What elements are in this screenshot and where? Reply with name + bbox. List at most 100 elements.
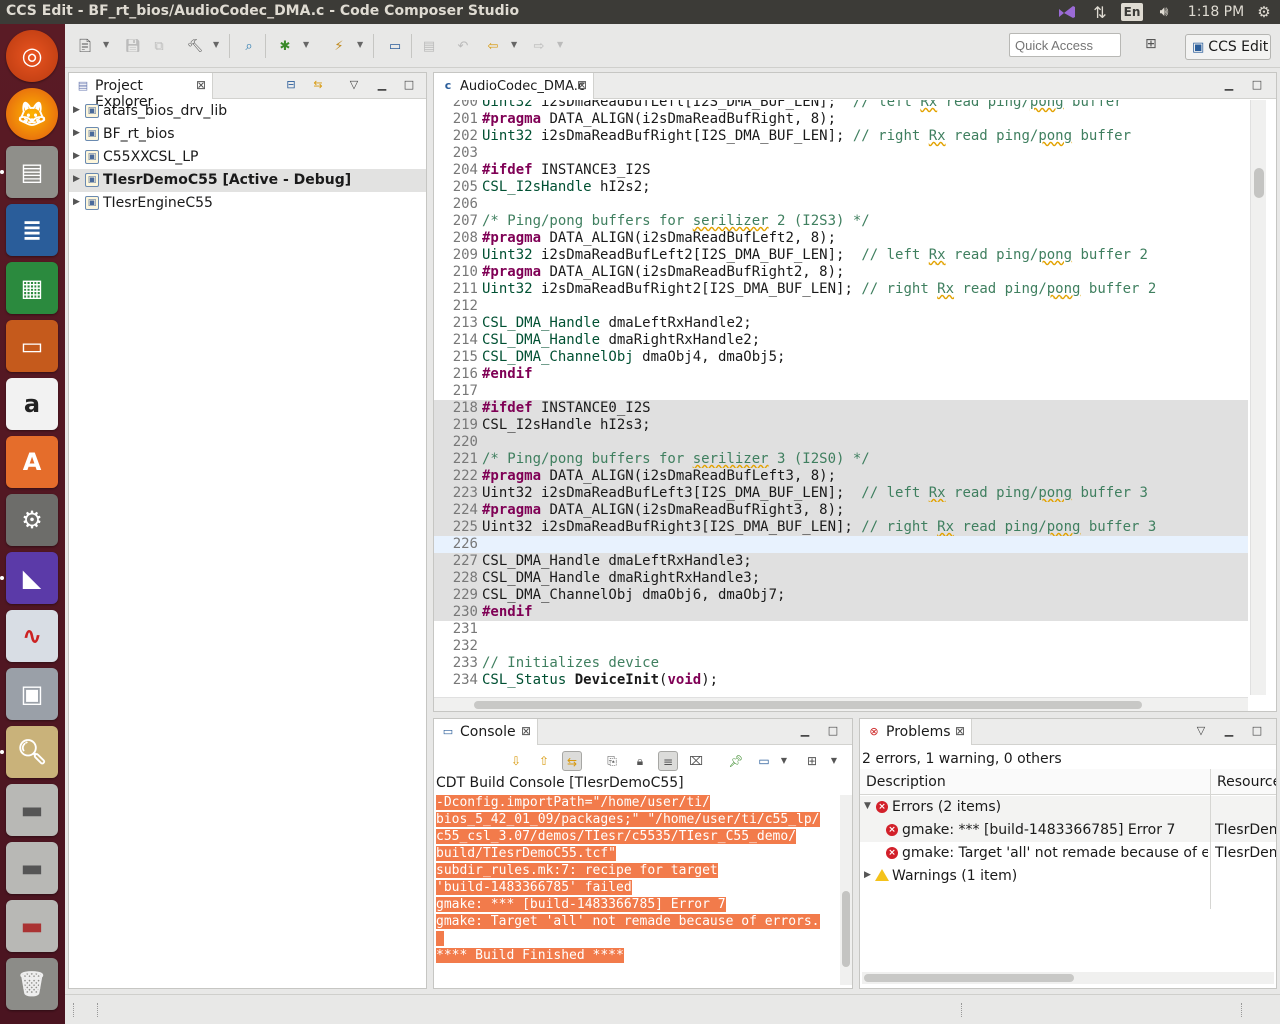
code-line[interactable]: 209 Uint32 i2sDmaReadBufLeft2[I2S_DMA_BUF… — [434, 247, 1248, 264]
pin-console-icon[interactable]: 📌︎ — [726, 751, 746, 771]
chevron-down-icon[interactable]: ▼ — [357, 40, 365, 52]
tab-project-explorer[interactable]: ▤ Project Explorer ⊠ — [69, 73, 213, 110]
collapse-all-icon[interactable]: ⊟ — [284, 78, 298, 92]
network-icon[interactable]: ⇅ — [1088, 0, 1112, 24]
tab-audiocodec-dma-c[interactable]: c AudioCodec_DMA.c ⊠ — [434, 73, 594, 99]
ccs-edit-perspective-button[interactable]: ▣ CCS Edit — [1185, 34, 1271, 60]
drive-icon[interactable]: ▬ — [6, 842, 58, 894]
code-line[interactable]: 220 — [434, 434, 1248, 451]
volume-icon[interactable]: 🔊︎ — [1152, 0, 1176, 24]
software-center-icon[interactable]: A — [6, 436, 58, 488]
quick-access-input[interactable] — [1009, 33, 1121, 57]
code-line[interactable]: 202 Uint32 i2sDmaReadBufRight[I2S_DMA_BUF… — [434, 128, 1248, 145]
flash-icon[interactable]: ⚡︎ — [329, 36, 349, 56]
scanner-icon[interactable]: 🔍︎ — [6, 726, 58, 778]
files-icon[interactable]: ▤ — [6, 146, 58, 198]
new-icon[interactable]: 📄︎ — [75, 36, 95, 56]
code-line[interactable]: 213 CSL_DMA_Handle dmaLeftRxHandle2; — [434, 315, 1248, 332]
clock[interactable]: 1:18 PM — [1184, 0, 1248, 24]
next-error-icon[interactable]: ⇩ — [506, 751, 526, 771]
maximize-icon[interactable]: □ — [1250, 724, 1264, 738]
console-output[interactable]: -Dconfig.importPath="/home/user/ti/bios_… — [436, 795, 840, 985]
code-line[interactable]: 201 #pragma DATA_ALIGN(i2sDmaReadBufRight… — [434, 111, 1248, 128]
code-line[interactable]: 211 Uint32 i2sDmaReadBufRight2[I2S_DMA_BU… — [434, 281, 1248, 298]
visual-studio-tray-icon[interactable] — [1055, 0, 1079, 24]
tab-problems[interactable]: ⊗ Problems ⊠ — [860, 719, 972, 745]
code-line[interactable]: 203 — [434, 145, 1248, 162]
column-divider[interactable] — [1210, 769, 1211, 909]
ubuntu-dash-icon[interactable]: ◎ — [6, 30, 58, 82]
close-icon[interactable]: ⊠ — [521, 724, 531, 738]
copy-build-log-icon[interactable]: ⎘ — [602, 751, 622, 771]
project-tree-item[interactable]: ▶ ▣ TIesrDemoC55 [Active - Debug] — [69, 169, 426, 192]
problem-row[interactable]: × gmake: *** [build-1483366785] Error 7 TI… — [860, 819, 1276, 842]
code-line[interactable]: 222 #pragma DATA_ALIGN(i2sDmaReadBufLeft3… — [434, 468, 1248, 485]
drive-icon[interactable]: ▬ — [6, 900, 58, 952]
code-line[interactable]: 231 — [434, 621, 1248, 638]
drive-icon[interactable]: ▬ — [6, 784, 58, 836]
code-line[interactable]: 224 #pragma DATA_ALIGN(i2sDmaReadBufRight… — [434, 502, 1248, 519]
close-icon[interactable]: ⊠ — [196, 78, 206, 92]
code-line[interactable]: 232 — [434, 638, 1248, 655]
code-line[interactable]: 208 #pragma DATA_ALIGN(i2sDmaReadBufLeft2… — [434, 230, 1248, 247]
chevron-down-icon[interactable]: ▼ — [557, 40, 565, 52]
expand-arrow-icon[interactable]: ▼ — [864, 801, 871, 811]
minimize-icon[interactable]: ▁ — [1222, 724, 1236, 738]
tab-console[interactable]: ▭ Console ⊠ — [434, 719, 538, 745]
maximize-icon[interactable]: □ — [1250, 78, 1264, 92]
code-line[interactable]: 233// Initializes device — [434, 655, 1248, 672]
expand-arrow-icon[interactable]: ▶ — [73, 197, 80, 207]
open-perspective-icon[interactable]: ⊞ — [1145, 36, 1165, 56]
expand-arrow-icon[interactable]: ▶ — [73, 128, 80, 138]
code-line[interactable]: 206 — [434, 196, 1248, 213]
minimize-icon[interactable]: ▁ — [375, 78, 389, 92]
code-line[interactable]: 225 Uint32 i2sDmaReadBufRight3[I2S_DMA_BU… — [434, 519, 1248, 536]
code-line[interactable]: 228 CSL_DMA_Handle dmaRightRxHandle3; — [434, 570, 1248, 587]
code-line[interactable]: 215 CSL_DMA_ChannelObj dmaObj4, dmaObj5; — [434, 349, 1248, 366]
impress-icon[interactable]: ▭ — [6, 320, 58, 372]
chevron-down-icon[interactable]: ▼ — [824, 751, 844, 771]
firefox-icon[interactable]: 🦊︎ — [6, 88, 58, 140]
trash-icon[interactable]: 🗑︎ — [6, 958, 58, 1010]
problem-row[interactable]: × gmake: Target 'all' not remade because … — [860, 842, 1276, 865]
last-edit-icon[interactable]: ↶ — [453, 36, 473, 56]
forward-arrow-icon[interactable]: ⇨ — [529, 36, 549, 56]
display-console-icon[interactable]: ▭ — [754, 751, 774, 771]
console-vertical-scrollbar[interactable] — [840, 795, 852, 985]
visual-studio-icon[interactable]: ◣ — [6, 552, 58, 604]
code-line[interactable]: 200 Uint32 i2sDmaReadBufLeft[I2S_DMA_BUF_… — [434, 100, 1248, 111]
code-editor[interactable]: 200 Uint32 i2sDmaReadBufLeft[I2S_DMA_BUF_… — [434, 100, 1248, 695]
editor-vertical-scrollbar[interactable] — [1250, 100, 1266, 695]
project-tree-item[interactable]: ▶ ▣ BF_rt_bios — [69, 123, 426, 146]
session-gear-icon[interactable]: ⚙ — [1252, 0, 1276, 24]
close-icon[interactable]: ⊠ — [955, 724, 965, 738]
link-console-icon[interactable]: ⇆ — [562, 751, 582, 771]
code-line[interactable]: 218 #ifdef INSTANCE0_I2S — [434, 400, 1248, 417]
amazon-icon[interactable]: a — [6, 378, 58, 430]
editor-horizontal-scrollbar[interactable] — [434, 697, 1248, 711]
open-console-icon[interactable]: ⊞ — [802, 751, 822, 771]
minimize-icon[interactable]: ▁ — [798, 724, 812, 738]
debug-bug-icon[interactable]: ✱ — [275, 36, 295, 56]
code-line[interactable]: 216 #endif — [434, 366, 1248, 383]
project-tree-item[interactable]: ▶ ▣ atafs_bios_drv_lib — [69, 100, 426, 123]
code-line[interactable]: 221/* Ping/pong buffers for serilizer 3 … — [434, 451, 1248, 468]
word-wrap-icon[interactable]: ≡ — [658, 751, 678, 771]
problem-group-row[interactable]: ▼ × Errors (2 items) — [860, 796, 1276, 819]
clear-console-icon[interactable]: ⌧ — [686, 751, 706, 771]
scrollbar-thumb[interactable] — [864, 974, 1074, 982]
column-header-resource[interactable]: Resource — [1211, 769, 1276, 795]
code-line[interactable]: 234 CSL_Status DeviceInit(void); — [434, 672, 1248, 689]
chevron-down-icon[interactable]: ▼ — [774, 751, 794, 771]
code-line[interactable]: 223 Uint32 i2sDmaReadBufLeft3[I2S_DMA_BUF… — [434, 485, 1248, 502]
code-line[interactable]: 219 CSL_I2sHandle hI2s3; — [434, 417, 1248, 434]
pdf-viewer-icon[interactable]: ∿ — [6, 610, 58, 662]
expand-arrow-icon[interactable]: ▶ — [73, 174, 80, 184]
expand-arrow-icon[interactable]: ▶ — [864, 870, 871, 880]
build-hammer-icon[interactable]: 🔨︎ — [185, 36, 205, 56]
expand-arrow-icon[interactable]: ▶ — [73, 105, 80, 115]
code-line[interactable]: 204 #ifdef INSTANCE3_I2S — [434, 162, 1248, 179]
writer-icon[interactable]: ≣ — [6, 204, 58, 256]
virtualbox-icon[interactable]: ▣ — [6, 668, 58, 720]
terminal-icon[interactable]: ▭ — [385, 36, 405, 56]
